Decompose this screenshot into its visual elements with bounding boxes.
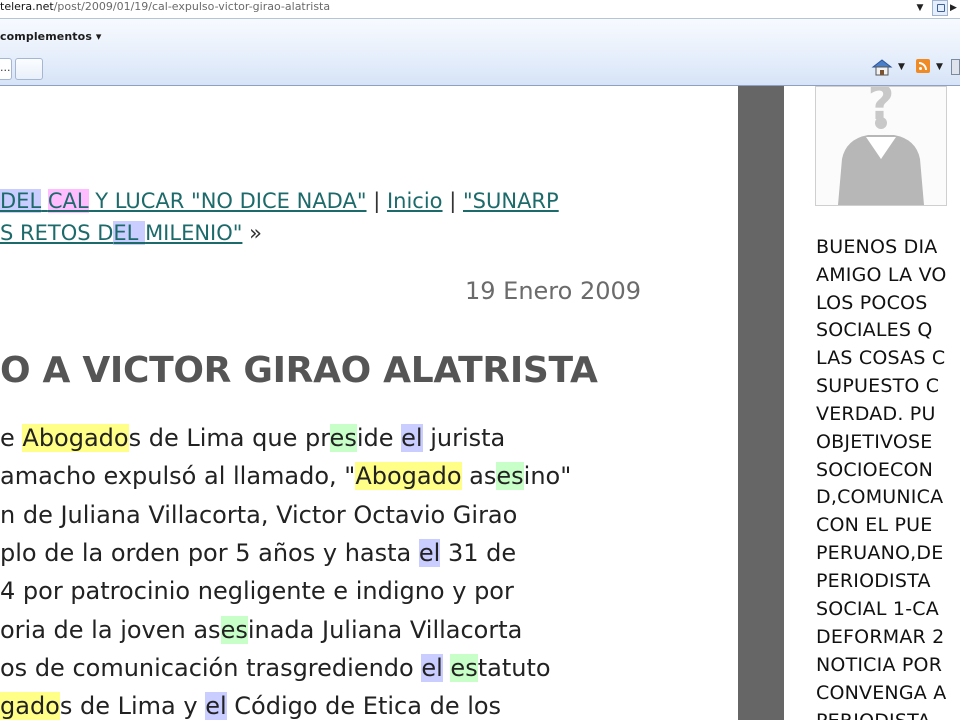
- print-icon[interactable]: [951, 59, 960, 75]
- next-arrow: »: [249, 221, 262, 245]
- comment-line: PERUANO,DE: [816, 542, 944, 564]
- body-line-8: gados de Lima y el Código de Etica de lo…: [0, 692, 502, 720]
- page-gutter: [738, 86, 784, 720]
- comment-line: NOTICIA POR: [816, 654, 943, 676]
- nav-separator: |: [373, 189, 381, 213]
- addons-menu[interactable]: complementos ▾: [0, 30, 102, 43]
- post-content: DEL CAL Y LUCAR "NO DICE NADA" | Inicio …: [0, 86, 738, 720]
- comment-line: CONVENGA A: [816, 682, 947, 704]
- command-bar: complementos ▾: [0, 19, 960, 52]
- post-title: O A VICTOR GIRAO ALATRISTA: [0, 350, 598, 391]
- previous-post-link[interactable]: DEL CAL Y LUCAR "NO DICE NADA": [0, 189, 367, 213]
- go-icon[interactable]: [932, 0, 948, 16]
- comment-line: LAS COSAS C: [816, 347, 946, 369]
- refresh-icon[interactable]: ▶: [950, 0, 960, 16]
- body-line-4: plo de la orden por 5 años y hasta el 31…: [0, 539, 517, 567]
- body-line-3: n de Juliana Villacorta, Victor Octavio …: [0, 501, 518, 529]
- sidebar: ? BUENOS DIA AMIGO LA VO LOS POCOS SOCIALES…: [784, 86, 960, 720]
- comment-line: DEFORMAR 2: [816, 626, 945, 648]
- comment-line: SUPUESTO C: [816, 375, 940, 397]
- rss-dropdown-icon[interactable]: ▼: [936, 58, 943, 76]
- comment-line: CON EL PUE: [816, 514, 933, 536]
- comment-line: AMIGO LA VO: [816, 264, 947, 286]
- current-tab[interactable]: ...: [0, 58, 12, 80]
- body-line-6: oria de la joven asesinada Juliana Villa…: [0, 616, 523, 644]
- comment-line: D,COMUNICA: [816, 486, 944, 508]
- comment-line: SOCIOECON: [816, 459, 934, 481]
- comment-line: SOCIAL 1-CA: [816, 598, 939, 620]
- home-dropdown-icon[interactable]: ▼: [898, 58, 905, 76]
- rss-feed-icon[interactable]: [916, 59, 930, 73]
- next-post-link[interactable]: "SUNARP: [463, 189, 559, 213]
- body-line-2: amacho expulsó al llamado, "Abogado ases…: [0, 462, 572, 490]
- address-bar[interactable]: telera.net/post/2009/01/19/cal-expulso-v…: [0, 0, 960, 19]
- body-line-7: os de comunicación trasgrediendo el esta…: [0, 654, 551, 682]
- comment-line: VERDAD. PU: [816, 403, 936, 425]
- comment-line: SOCIALES Q: [816, 319, 933, 341]
- comment-line: PERIODISTA: [816, 708, 931, 720]
- new-tab-button[interactable]: [15, 58, 43, 80]
- comment-line: LOS POCOS: [816, 292, 928, 314]
- post-navigation: DEL CAL Y LUCAR "NO DICE NADA" | Inicio …: [0, 186, 559, 216]
- default-avatar-icon: ?: [815, 86, 947, 206]
- nav-separator: |: [449, 189, 457, 213]
- next-post-link-continued[interactable]: S RETOS DEL MILENIO": [0, 221, 242, 245]
- address-path: /post/2009/01/19/cal-expulso-victor-gira…: [53, 0, 331, 13]
- comment-line: BUENOS DIA: [816, 236, 938, 258]
- post-date: 19 Enero 2009: [465, 277, 642, 305]
- address-url[interactable]: telera.net/post/2009/01/19/cal-expulso-v…: [0, 0, 330, 14]
- body-line-1: e Abogados de Lima que preside el jurist…: [0, 424, 506, 452]
- body-line-5: 4 por patrocinio negligente e indigno y …: [0, 577, 514, 605]
- address-dropdown-icon[interactable]: ▼: [912, 0, 928, 16]
- post-navigation-continued: S RETOS DEL MILENIO" »: [0, 218, 262, 248]
- comment-line: OBJETIVOSE: [816, 431, 933, 453]
- home-link[interactable]: Inicio: [387, 189, 443, 213]
- tab-bar: ...: [0, 52, 960, 86]
- comment-line: PERIODISTA: [816, 570, 931, 592]
- address-domain: telera.net: [0, 0, 54, 13]
